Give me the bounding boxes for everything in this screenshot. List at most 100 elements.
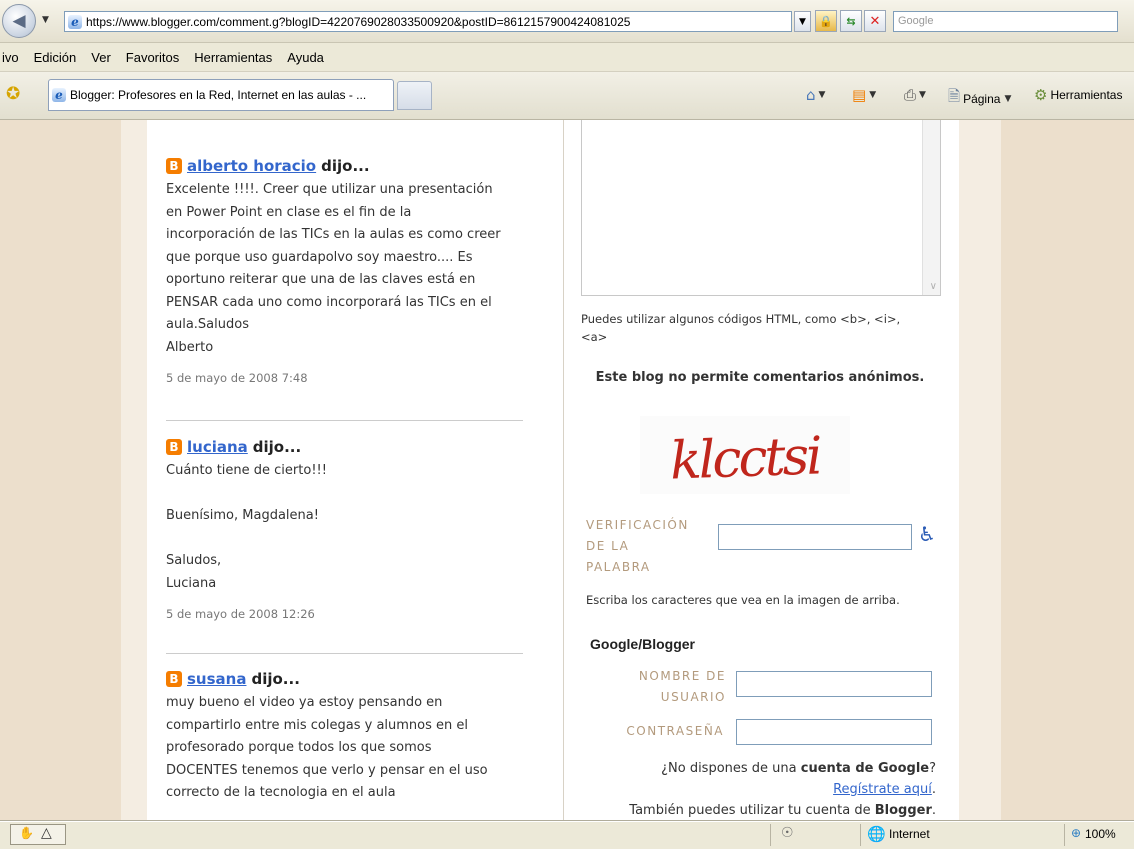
html-hint: Puedes utilizar algunos códigos HTML, co… <box>581 310 951 346</box>
html-hint-line1: Puedes utilizar algunos códigos HTML, co… <box>581 312 901 326</box>
url-field[interactable]: e https://www.blogger.com/comment.g?blog… <box>64 11 792 32</box>
no-account-qmark: ? <box>929 761 936 776</box>
comment-timestamp[interactable]: 5 de mayo de 2008 12:26 <box>166 607 531 621</box>
comment-said: dijo... <box>321 157 370 175</box>
feeds-button[interactable]: ▤ ▼ <box>852 86 876 104</box>
google-account-text: cuenta de Google <box>800 761 930 776</box>
register-link[interactable]: Regístrate aquí <box>833 782 932 797</box>
menu-ver[interactable]: Ver <box>91 50 111 65</box>
comment-separator <box>166 420 523 421</box>
print-button[interactable]: ⎙ ▼ <box>904 86 926 104</box>
zoom-panel[interactable]: ⊕ 100% <box>1064 824 1134 846</box>
favorites-star-icon[interactable]: ✪ <box>6 84 20 104</box>
tools-menu-button[interactable]: ⚙ Herramientas <box>1034 86 1122 104</box>
anonymous-notice: Este blog no permite comentarios anónimo… <box>595 370 925 385</box>
menu-archivo[interactable]: ivo <box>2 50 19 65</box>
privacy-panel[interactable]: ☉ <box>770 824 850 846</box>
url-dropdown-button[interactable]: ▼ <box>794 11 811 32</box>
globe-icon: 🌐 <box>867 825 886 843</box>
password-label: CONTRASEÑA <box>626 724 724 738</box>
tab-bar: ✪ e Blogger: Profesores en la Red, Inter… <box>0 72 1134 120</box>
page-viewport: B alberto horacio dijo... Excelente !!!!… <box>0 120 1134 821</box>
blogger-icon: B <box>166 439 182 455</box>
username-label-line2: USUARIO <box>660 690 726 704</box>
comment-header: B luciana dijo... <box>166 438 531 456</box>
chevron-down-icon: ▼ <box>818 90 826 100</box>
comment-body: Excelente !!!!. Creer que utilizar una p… <box>166 182 501 355</box>
zone-label: Internet <box>889 827 930 841</box>
tab-blogger[interactable]: e Blogger: Profesores en la Red, Interne… <box>48 79 394 111</box>
chevron-down-icon: ▼ <box>799 16 806 27</box>
stop-icon: ✕ <box>869 13 881 29</box>
username-label: NOMBRE DE USUARIO <box>606 666 726 708</box>
column-divider <box>563 120 564 821</box>
home-icon: ⌂ <box>806 86 816 104</box>
gear-icon: ⚙ <box>1034 86 1048 104</box>
address-toolbar: ◀ ▼ e https://www.blogger.com/comment.g?… <box>0 0 1134 43</box>
textarea-scrollbar[interactable] <box>922 120 940 295</box>
comment-author-link[interactable]: susana <box>187 670 246 688</box>
page-menu-button[interactable]: 🗎 Página ▼ <box>948 86 1011 111</box>
scroll-down-icon[interactable]: ∨ <box>930 281 937 292</box>
verification-label-line1: VERIFICACIÓN <box>586 518 689 532</box>
home-button[interactable]: ⌂ ▼ <box>806 86 825 104</box>
privacy-icon: ☉ <box>781 825 794 841</box>
verification-input[interactable] <box>718 524 912 550</box>
tab-title: Blogger: Profesores en la Red, Internet … <box>70 88 367 102</box>
captcha-word-graphic: klcctsi <box>669 426 822 491</box>
search-input[interactable]: Google <box>893 11 1118 32</box>
verification-hint: Escriba los caracteres que vea en la ima… <box>586 593 900 607</box>
hand-icon: ✋ <box>19 826 34 840</box>
comment-said: dijo... <box>252 438 302 456</box>
blogger-period: . <box>931 803 936 818</box>
comment-author-link[interactable]: luciana <box>187 438 248 456</box>
triangle-icon: △ <box>41 825 52 841</box>
back-button[interactable]: ◀ <box>2 4 36 38</box>
account-heading: Google/Blogger <box>590 636 695 652</box>
history-dropdown-icon[interactable]: ▼ <box>42 15 49 25</box>
security-lock-button[interactable]: 🔒 <box>815 10 837 32</box>
username-input[interactable] <box>736 671 932 697</box>
stop-button[interactable]: ✕ <box>864 10 886 32</box>
captcha-word: klcctsi <box>669 426 822 491</box>
menu-bar: ivo Edición Ver Favoritos Herramientas A… <box>0 43 1134 72</box>
menu-favoritos[interactable]: Favoritos <box>126 50 179 65</box>
tools-menu-label: Herramientas <box>1050 88 1123 102</box>
accessibility-icon[interactable]: ♿ <box>918 522 936 546</box>
comment-timestamp[interactable]: 5 de mayo de 2008 7:48 <box>166 371 531 385</box>
lock-icon: 🔒 <box>819 14 833 28</box>
back-arrow-icon: ◀ <box>12 11 26 31</box>
new-tab-button[interactable] <box>397 81 432 110</box>
comment-body: muy bueno el video ya estoy pensando en … <box>166 695 488 800</box>
menu-ayuda[interactable]: Ayuda <box>287 50 324 65</box>
refresh-icon: ⇆ <box>846 14 856 28</box>
menu-herramientas[interactable]: Herramientas <box>194 50 272 65</box>
comment-author-link[interactable]: alberto horacio <box>187 157 316 175</box>
chevron-down-icon: ▼ <box>869 90 877 100</box>
verification-label-line3: PALABRA <box>586 560 651 574</box>
zoom-level: 100% <box>1085 827 1116 841</box>
verification-label-line2: DE LA <box>586 539 630 553</box>
register-period: . <box>931 782 936 797</box>
comment: B alberto horacio dijo... Excelente !!!!… <box>166 157 531 385</box>
zone-panel: 🌐 Internet <box>860 824 1060 846</box>
menu-edicion[interactable]: Edición <box>34 50 77 65</box>
comment-textarea[interactable]: ∨ <box>581 120 941 296</box>
blogger-icon: B <box>166 158 182 174</box>
chevron-down-icon: ▼ <box>919 90 926 100</box>
comment: B luciana dijo... Cuánto tiene de cierto… <box>166 438 531 621</box>
ie-page-icon: e <box>68 14 82 29</box>
blogger-icon: B <box>166 671 182 687</box>
comment-body: Cuánto tiene de cierto!!! Buenísimo, Mag… <box>166 463 327 591</box>
printer-icon: ⎙ <box>904 86 917 104</box>
username-label-line1: NOMBRE DE <box>638 669 726 683</box>
zoom-icon: ⊕ <box>1071 826 1082 840</box>
blogger-account-text: También puedes utilizar tu cuenta de <box>629 803 871 818</box>
account-help: ¿No dispones de una cuenta de Google? Re… <box>581 758 936 821</box>
refresh-button[interactable]: ⇆ <box>840 10 862 32</box>
url-text[interactable]: https://www.blogger.com/comment.g?blogID… <box>86 15 630 29</box>
comment-separator <box>166 653 523 654</box>
page-margin-right <box>1004 120 1134 821</box>
html-hint-line2: <a> <box>581 330 608 344</box>
password-input[interactable] <box>736 719 932 745</box>
